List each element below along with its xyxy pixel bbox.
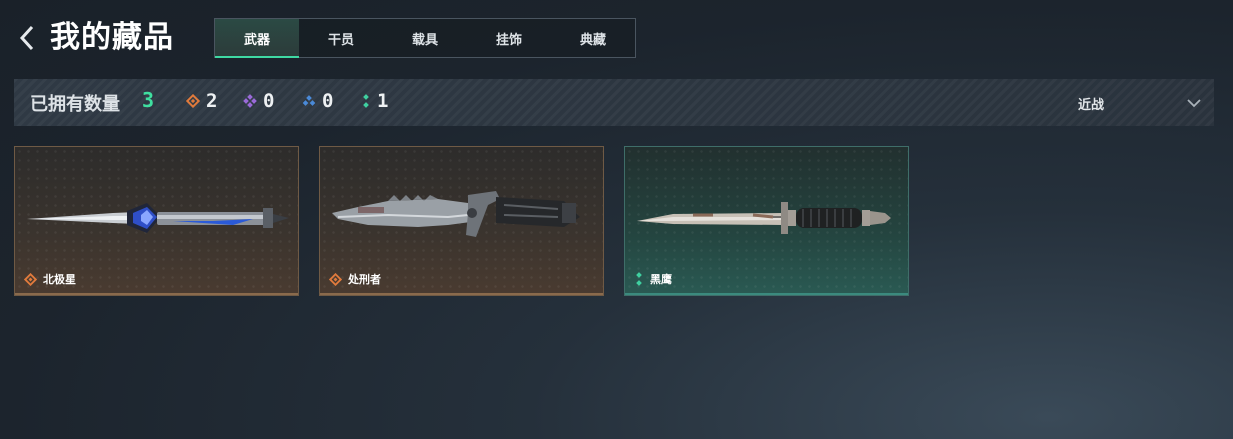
page-title: 我的藏品: [50, 20, 174, 55]
teal-dots-icon: [636, 272, 642, 286]
orange-diamond-icon: [329, 272, 342, 286]
back-button[interactable]: [14, 22, 40, 54]
purple-diamond-icon: [243, 94, 257, 108]
header: 我的藏品 武器 干员 载具 挂饰 典藏: [0, 0, 1233, 78]
rarity-count-value: 2: [206, 90, 218, 112]
rarity-count-value: 0: [322, 90, 334, 112]
category-tabs: 武器 干员 载具 挂饰 典藏: [214, 18, 636, 58]
tab-operators[interactable]: 干员: [299, 19, 383, 57]
combat-knife-icon: [637, 202, 891, 234]
item-name: 处刑者: [348, 273, 381, 286]
rarity-count-blue: 0: [302, 90, 333, 112]
item-name-row: 黑鹰: [634, 271, 672, 287]
item-card[interactable]: 处刑者: [319, 146, 604, 296]
item-card[interactable]: 北极星: [14, 146, 299, 296]
rarity-count-value: 0: [263, 90, 275, 112]
rarity-count-value: 1: [377, 90, 389, 112]
orange-diamond-icon: [186, 94, 200, 108]
item-name-row: 北极星: [24, 271, 76, 287]
tab-weapons[interactable]: 武器: [215, 19, 299, 58]
blue-diamond-icon: [302, 95, 316, 106]
chevron-down-icon: [1187, 99, 1201, 108]
item-name: 北极星: [43, 273, 76, 286]
item-name: 黑鹰: [650, 273, 672, 286]
tab-charms[interactable]: 挂饰: [467, 19, 551, 57]
orange-diamond-icon: [24, 272, 37, 286]
serrated-knife-icon: [332, 191, 580, 237]
rarity-count-orange: 2: [186, 90, 217, 112]
dagger-icon: [27, 203, 289, 233]
tab-collection[interactable]: 典藏: [551, 19, 635, 57]
weapon-type-value: 近战: [1078, 97, 1105, 113]
item-card[interactable]: 黑鹰: [624, 146, 909, 296]
teal-dots-icon: [363, 94, 369, 108]
tab-vehicles[interactable]: 载具: [383, 19, 467, 57]
rarity-count-teal: 1: [361, 90, 388, 112]
filter-bar: 已拥有数量 3 2 0 0 1 近战: [14, 79, 1214, 126]
weapon-type-select[interactable]: 近战: [1078, 92, 1202, 114]
owned-count-value: 3: [142, 88, 155, 112]
chevron-left-icon: [19, 25, 34, 51]
owned-count-label: 已拥有数量: [30, 94, 120, 115]
item-name-row: 处刑者: [329, 271, 381, 287]
rarity-count-purple: 0: [243, 90, 274, 112]
